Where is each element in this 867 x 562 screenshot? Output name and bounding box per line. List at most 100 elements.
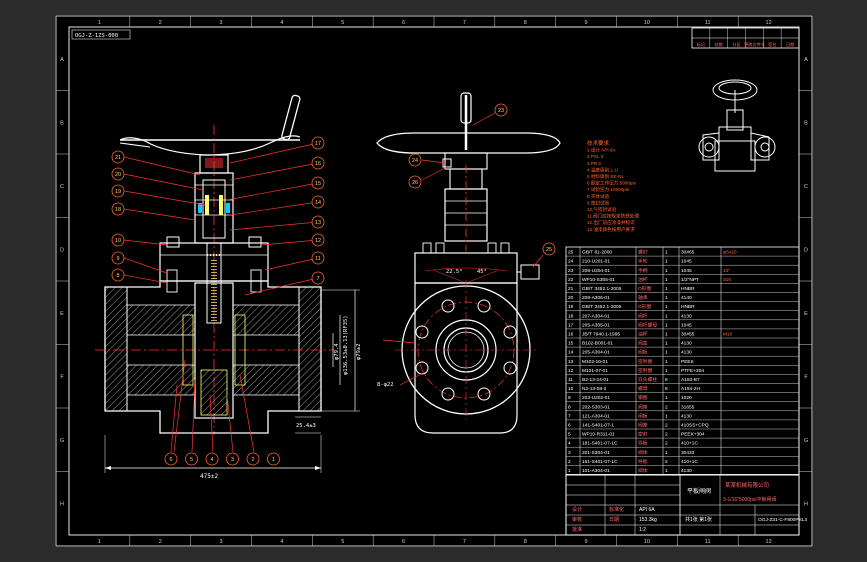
frame-col-bottom: 5 [341, 539, 344, 545]
cad-drawing: 112233445566778899101011111212 A AB BC CD DE… [55, 15, 813, 547]
bom-row: 19 GB/T 3452.1-2005 O形圈 1 HNBR [568, 303, 695, 310]
bom-cell: 24 [568, 259, 574, 265]
title-designer: 设计 [572, 506, 582, 513]
balloon-18: 18 [111, 202, 125, 216]
bom-row: 24 210-U201-01 手轮 1 1045 [568, 258, 692, 265]
svg-text:18: 18 [115, 207, 121, 213]
frame-col-top: 8 [524, 20, 527, 26]
frame-row-left: F [60, 374, 64, 380]
bom-cell: 5 [568, 432, 571, 438]
bom-cell: 1020 [681, 395, 692, 401]
dim-angle-a: 22.5° [446, 269, 463, 275]
bom-cell: 20 [568, 295, 574, 301]
bom-cell: 12 [568, 368, 574, 374]
bom-cell: 2 [665, 432, 668, 438]
bom-cell: 1 [665, 332, 668, 338]
frame-row-left: B [60, 120, 64, 126]
bom-cell: 410SS+CPQ [681, 423, 709, 429]
bom-cell: 30#65 [681, 250, 695, 256]
frame-col-top: 12 [766, 20, 772, 26]
tech-note-line: 6.额定工作压力 5000psi [587, 180, 636, 187]
bom-cell: 202-S303-01 [582, 404, 610, 410]
bom-cell: 15 [568, 341, 574, 347]
dim-angle-b: 45° [477, 269, 487, 275]
bom-cell: M102-10-01 [582, 359, 608, 365]
bom-cell: 2 [665, 423, 668, 429]
bom-row: 17 205-A305-01 阀杆螺母 1 1045 [568, 321, 692, 328]
bom-row: 15 B102-B001-01 阀盖 1 4130 [568, 340, 692, 347]
svg-text:10: 10 [115, 238, 121, 244]
svg-text:23: 23 [498, 108, 504, 114]
bom-cell: 阀体 [638, 449, 648, 456]
revision-table: 标记 处数 分区 更改文件号 签名 日期 [691, 27, 800, 49]
dim-bolt-circle: φ136.53±0.13(RF35) [343, 315, 349, 375]
bom-cell: 207-A304-01 [582, 313, 610, 319]
technical-requirements: 技术要求1.设计 API 6A2.PSL 3 3.PR 24.温度级别 L-U5.… [587, 139, 639, 233]
bom-cell: 4 [568, 441, 571, 447]
bom-cell: 密封圈 [638, 367, 653, 374]
bom-cell: 205-A305-01 [582, 322, 610, 328]
bom-cell: 208-A306-01 [582, 295, 610, 301]
bom-cell: 手轮 [638, 258, 648, 265]
bom-cell: 1 [568, 468, 571, 474]
balloon-2: 2 [246, 452, 260, 466]
bom-row: 18 207-A304-01 阀杆 1 4130 [568, 312, 692, 319]
frame-col-top: 4 [280, 20, 283, 26]
bom-cell: 1 [665, 268, 668, 274]
bom-cell: 螺钉 [638, 249, 648, 256]
bom-row: 6 141-S401-07-1 阀座 2 410SS+CPQ [568, 422, 709, 429]
bom-cell: 4130 [681, 350, 692, 356]
frame-col-top: 1 [98, 20, 101, 26]
bom-cell: PTFE+304 [681, 368, 704, 374]
bom-cell: 410+1C [681, 441, 698, 447]
frame-row-right: B [804, 120, 808, 126]
bom-row: 20 208-A306-01 轴承 1 4140 [568, 294, 692, 301]
bom-cell: 1045 [681, 322, 692, 328]
svg-text:15: 15 [315, 181, 321, 187]
bom-cell: 161-S401-07-1C [582, 459, 618, 465]
bom-cell: 4130 [681, 468, 692, 474]
frame-col-bottom: 10 [644, 539, 650, 545]
balloon-8: 8 [111, 268, 125, 282]
frame-col-top: 3 [220, 20, 223, 26]
frame-col-bottom: 1 [98, 539, 101, 545]
bom-cell: 8 [568, 404, 571, 410]
svg-text:3: 3 [231, 457, 234, 463]
drawing-number-text: OGJ-Z-1ZS-000 [75, 33, 118, 39]
bom-cell: 30#55 [681, 332, 695, 338]
bom-cell: O形圈 [638, 303, 652, 310]
title-material: API 6A [639, 507, 655, 513]
bom-cell: 210-U201-01 [582, 259, 610, 265]
svg-text:21: 21 [115, 155, 121, 161]
bom-row: 23 208-U204-01 手柄 1 1045 10" [568, 267, 730, 274]
bom-cell: M10 [723, 332, 733, 338]
bom-cell: 4130 [681, 313, 692, 319]
balloon-21: 21 [111, 150, 125, 164]
frame-col-top: 11 [705, 20, 711, 26]
frame-col-bottom: 3 [220, 539, 223, 545]
dim-flange-od: φ79±2 [356, 343, 362, 360]
bom-cell: 1 [665, 250, 668, 256]
bom-cell: 油杯 [638, 276, 648, 283]
bom-cell: 1045 [681, 268, 692, 274]
svg-text:4: 4 [210, 457, 213, 463]
bom-row: 8 202-S303-01 阀座 2 31655 [568, 403, 695, 410]
bom-cell: 阀盖 [638, 340, 648, 347]
frame-row-left: D [60, 247, 64, 253]
frame-row-right: D [804, 247, 808, 253]
tech-note-line: 11.阀门应按规定防锈处理 [587, 213, 639, 220]
balloon-3: 3 [226, 452, 239, 466]
revision-header: 处数 [715, 41, 724, 48]
title-company: 某某机械有限公司 [725, 481, 769, 489]
bom-cell: 141-S401-07-1 [582, 423, 614, 429]
frame-row-left: H [60, 501, 64, 507]
svg-text:8: 8 [116, 273, 119, 279]
bom-cell: 1 [665, 259, 668, 265]
balloon-6: 6 [164, 452, 178, 466]
frame-row-right: F [804, 374, 808, 380]
balloon-5: 5 [185, 452, 198, 466]
frame-col-top: 5 [341, 20, 344, 26]
bom-cell: 201-S304-01 [582, 450, 610, 456]
frame-col-bottom: 2 [159, 539, 162, 545]
balloon-25: 25 [542, 242, 556, 256]
